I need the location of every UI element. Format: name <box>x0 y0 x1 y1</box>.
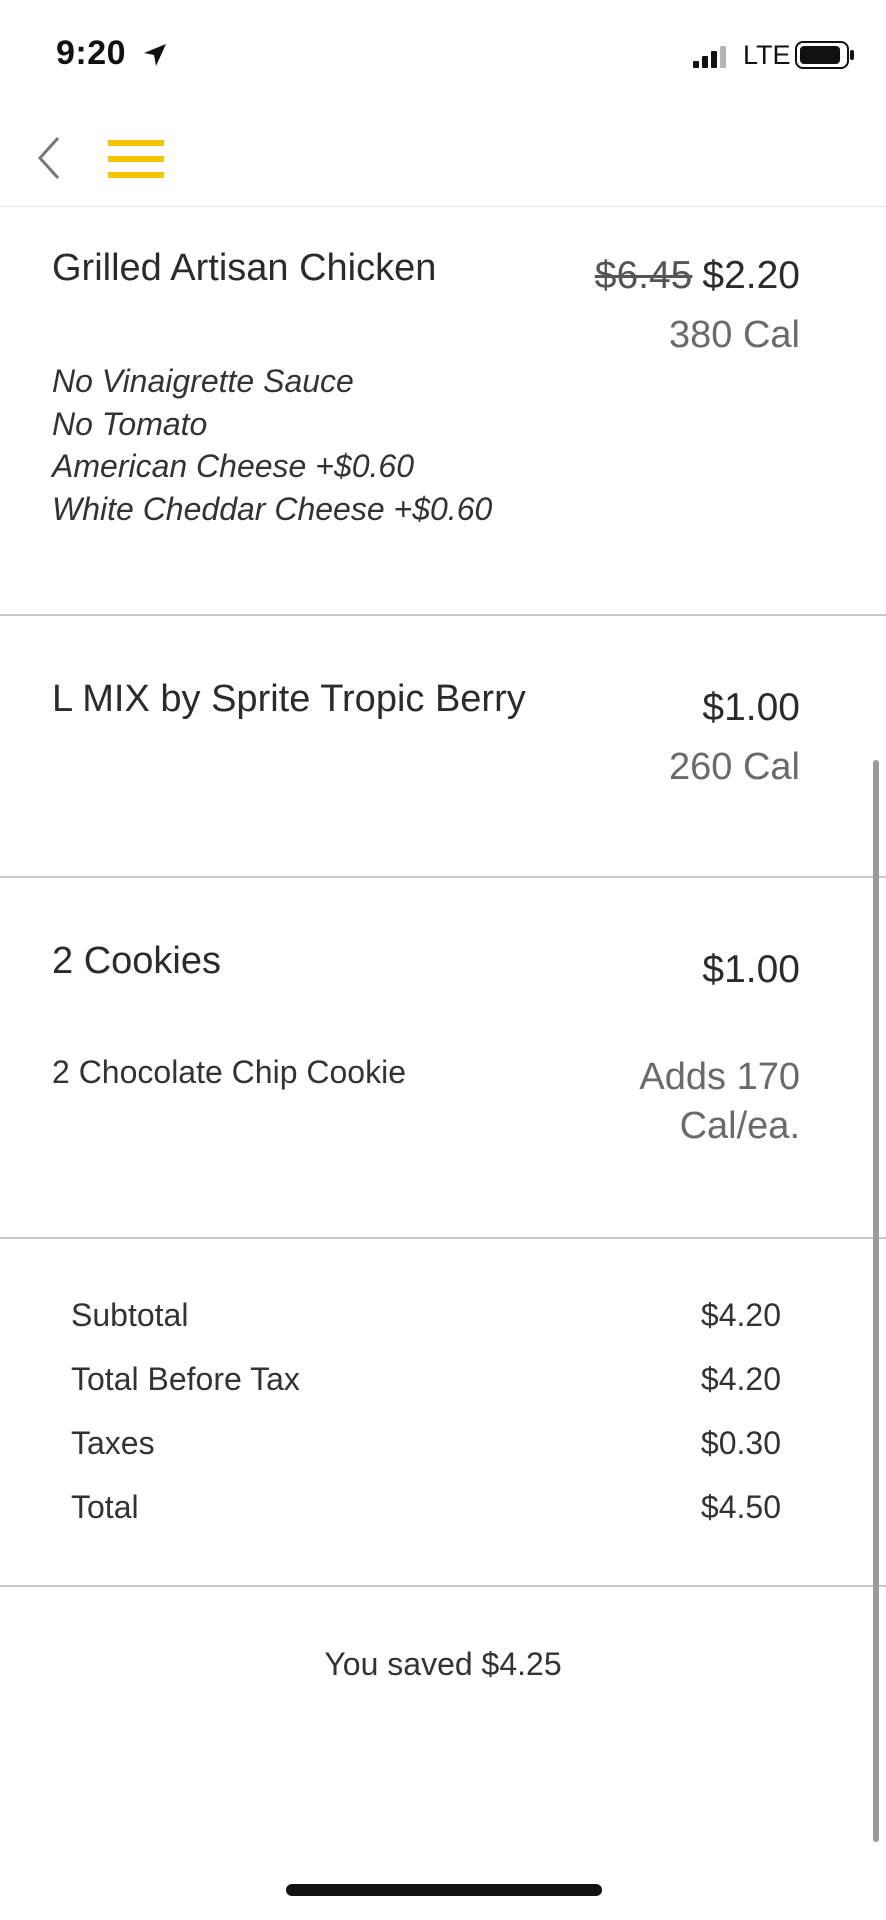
sub-item-calories: Adds 170 <box>639 1056 800 1098</box>
total-label: Subtotal <box>71 1297 189 1333</box>
total-before-tax-row: Total Before Tax $4.20 <box>71 1361 781 1411</box>
item-price: $1.00 <box>702 948 800 991</box>
total-label: Total Before Tax <box>71 1361 300 1397</box>
item-calories: 380 Cal <box>669 314 800 356</box>
sale-price: $2.20 <box>702 254 800 297</box>
modifier: No Vinaigrette Sauce <box>52 363 354 399</box>
scrollbar[interactable] <box>873 760 879 1842</box>
sub-item-calories-unit: Cal/ea. <box>679 1105 800 1147</box>
location-arrow-icon <box>144 44 166 66</box>
item-name: 2 Cookies <box>52 940 221 982</box>
battery-icon <box>795 41 854 69</box>
hamburger-menu-icon[interactable] <box>106 130 166 190</box>
item-price: $1.00 <box>702 686 800 729</box>
total-value: $4.50 <box>700 1489 781 1525</box>
modifier-list: No Vinaigrette Sauce No Tomato American … <box>52 360 492 530</box>
network-type: LTE <box>743 40 791 70</box>
item-name: L MIX by Sprite Tropic Berry <box>52 678 526 720</box>
item-name: Grilled Artisan Chicken <box>52 247 437 289</box>
total-label: Total <box>71 1489 139 1525</box>
item-calories: 260 Cal <box>669 746 800 788</box>
status-bar: 9:20 LTE <box>0 0 886 110</box>
total-row: Total $4.50 <box>71 1489 781 1539</box>
subtotal-row: Subtotal $4.20 <box>71 1297 781 1347</box>
original-price: $6.45 <box>594 254 693 297</box>
nav-bar <box>0 110 886 207</box>
total-value: $4.20 <box>700 1297 781 1333</box>
modifier: White Cheddar Cheese +$0.60 <box>52 490 493 527</box>
total-label: Taxes <box>71 1425 155 1461</box>
order-item[interactable]: 2 Cookies $1.00 2 Chocolate Chip Cookie … <box>0 878 886 1237</box>
total-value: $0.30 <box>700 1425 781 1461</box>
taxes-row: Taxes $0.30 <box>71 1425 781 1475</box>
item-price: $6.45 $2.20 <box>595 254 800 298</box>
total-value: $4.20 <box>700 1361 781 1397</box>
savings-text: You saved $4.25 <box>324 1646 562 1682</box>
sub-item-name: 2 Chocolate Chip Cookie <box>52 1054 406 1090</box>
chevron-left-icon[interactable] <box>32 130 68 186</box>
home-indicator[interactable] <box>286 1884 602 1896</box>
modifier: No Tomato <box>52 405 208 442</box>
modifier: American Cheese +$0.60 <box>52 448 414 484</box>
order-item[interactable]: L MIX by Sprite Tropic Berry $1.00 260 C… <box>0 616 886 876</box>
order-item[interactable]: Grilled Artisan Chicken $6.45 $2.20 380 C… <box>0 207 886 614</box>
divider <box>0 1585 886 1587</box>
signal-icon <box>693 46 726 68</box>
status-time: 9:20 <box>56 34 127 72</box>
divider <box>0 1237 886 1239</box>
